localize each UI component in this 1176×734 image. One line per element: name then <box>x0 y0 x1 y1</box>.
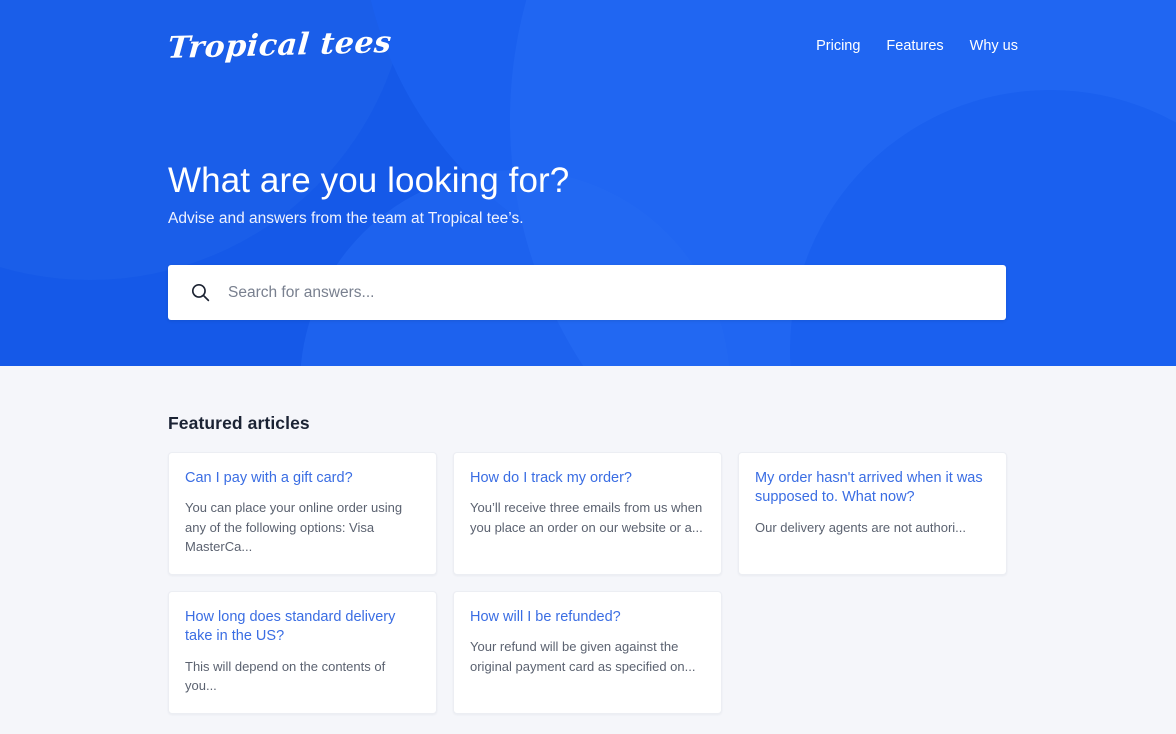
page-subtitle: Advise and answers from the team at Trop… <box>168 210 524 228</box>
nav-links: Pricing Features Why us <box>816 39 1018 54</box>
top-navigation: Tropical tees Pricing Features Why us <box>0 0 1176 92</box>
article-card[interactable]: How will I be refunded? Your refund will… <box>453 590 722 715</box>
article-excerpt: You can place your online order using an… <box>185 500 403 554</box>
article-title[interactable]: How will I be refunded? <box>470 608 704 627</box>
nav-link-why-us[interactable]: Why us <box>970 39 1018 54</box>
nav-link-features[interactable]: Features <box>886 39 943 54</box>
article-excerpt: Our delivery agents are not authori... <box>755 519 967 535</box>
article-card[interactable]: How do I track my order? You’ll receive … <box>453 452 722 575</box>
article-card[interactable]: Can I pay with a gift card? You can plac… <box>168 452 437 575</box>
article-title[interactable]: How long does standard delivery take in … <box>185 608 419 647</box>
article-title[interactable]: How do I track my order? <box>470 469 704 488</box>
hero-copy: What are you looking for? Advise and ans… <box>168 160 569 229</box>
featured-articles-list: Can I pay with a gift card? You can plac… <box>168 452 1008 715</box>
search-input[interactable] <box>228 265 1006 320</box>
article-card[interactable]: My order hasn't arrived when it was supp… <box>738 452 1007 575</box>
page-title: What are you looking for? <box>168 161 570 200</box>
featured-articles-heading: Featured articles <box>168 413 310 433</box>
nav-link-pricing[interactable]: Pricing <box>816 39 860 54</box>
main-content: Featured articles Can I pay with a gift … <box>0 366 1176 734</box>
article-title[interactable]: My order hasn't arrived when it was supp… <box>755 469 989 508</box>
categories-heading: Categories <box>168 714 1008 734</box>
search-bar[interactable] <box>168 265 1006 320</box>
search-icon <box>191 283 210 302</box>
article-excerpt: You’ll receive three emails from us when… <box>470 500 703 535</box>
brand-logo[interactable]: Tropical tees <box>166 25 393 66</box>
hero-section: Tropical tees Pricing Features Why us Wh… <box>0 0 1176 366</box>
article-excerpt: Your refund will be given against the or… <box>470 639 696 674</box>
article-card[interactable]: How long does standard delivery take in … <box>168 590 437 715</box>
article-excerpt: This will depend on the contents of you.… <box>185 658 386 693</box>
article-title[interactable]: Can I pay with a gift card? <box>185 469 419 488</box>
